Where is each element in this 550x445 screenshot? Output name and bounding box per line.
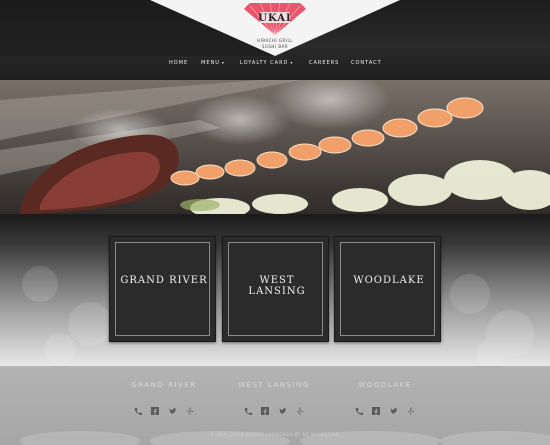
site-footer: GRAND RIVER WEST LANSING WOODLAKE © UKAI… [0, 366, 550, 445]
facebook-icon[interactable] [151, 400, 160, 415]
location-tile-label: WOODLAKE [353, 275, 425, 286]
ukai-logo[interactable]: UKAI HIBACHI GRILL SUSHI BAR [232, 3, 318, 51]
nav-item-contact[interactable]: CONTACT [351, 60, 382, 66]
footer-location-name[interactable]: WEST LANSING [219, 381, 329, 389]
twitter-icon[interactable] [169, 400, 177, 414]
footer-location-name[interactable]: WOODLAKE [330, 381, 440, 389]
location-tile-label: WEST LANSING [248, 275, 306, 297]
footer-location-west-lansing: WEST LANSING [219, 381, 329, 415]
yelp-icon[interactable] [407, 400, 415, 415]
hero-hibachi-image [0, 80, 550, 214]
brand-subtitle-hibachi: HIBACHI GRILL [257, 38, 293, 43]
footer-location-grand-river: GRAND RIVER [109, 381, 219, 415]
facebook-icon[interactable] [261, 400, 270, 415]
nav-item-home[interactable]: HOME [169, 60, 188, 66]
twitter-icon[interactable] [390, 400, 398, 414]
main-nav: HOME MENU ▾ LOYALTY CARD ▾ CAREERS CONTACT [0, 60, 550, 72]
phone-icon[interactable] [355, 400, 364, 415]
footer-social-icons [109, 393, 219, 415]
nav-item-careers[interactable]: CAREERS [309, 60, 339, 66]
tile-frame: WOODLAKE [340, 242, 435, 336]
brand-name: UKAI [258, 13, 292, 24]
yelp-icon[interactable] [186, 400, 194, 415]
location-tile-woodlake[interactable]: WOODLAKE [334, 236, 441, 342]
facebook-icon[interactable] [372, 400, 381, 415]
hibachi-grill-illustration [0, 80, 550, 214]
phone-icon[interactable] [244, 400, 253, 415]
location-tile-west-lansing[interactable]: WEST LANSING [222, 236, 329, 342]
nav-item-menu[interactable]: MENU ▾ [201, 60, 225, 66]
brand-subtitle-sushi: SUSHI BAR [261, 44, 289, 49]
footer-social-icons [330, 393, 440, 415]
footer-social-icons [219, 393, 329, 415]
location-tile-label: GRAND RIVER [120, 275, 208, 286]
nav-item-loyalty-card[interactable]: LOYALTY CARD ▾ [240, 60, 293, 66]
tile-frame: GRAND RIVER [115, 242, 210, 336]
yelp-icon[interactable] [296, 400, 304, 415]
footer-location-woodlake: WOODLAKE [330, 381, 440, 415]
footer-copyright: © UKAI JAPAN BISTRO | POWERED BY ME MARK… [210, 432, 340, 437]
chevron-down-icon: ▾ [221, 60, 225, 65]
location-tile-grand-river[interactable]: GRAND RIVER [109, 236, 216, 342]
site-header: UKAI HIBACHI GRILL SUSHI BAR HOME MENU ▾ … [0, 0, 550, 80]
chevron-down-icon: ▾ [290, 60, 294, 65]
tile-frame: WEST LANSING [228, 242, 323, 336]
phone-icon[interactable] [134, 400, 143, 415]
twitter-icon[interactable] [279, 400, 287, 414]
footer-location-name[interactable]: GRAND RIVER [109, 381, 219, 389]
